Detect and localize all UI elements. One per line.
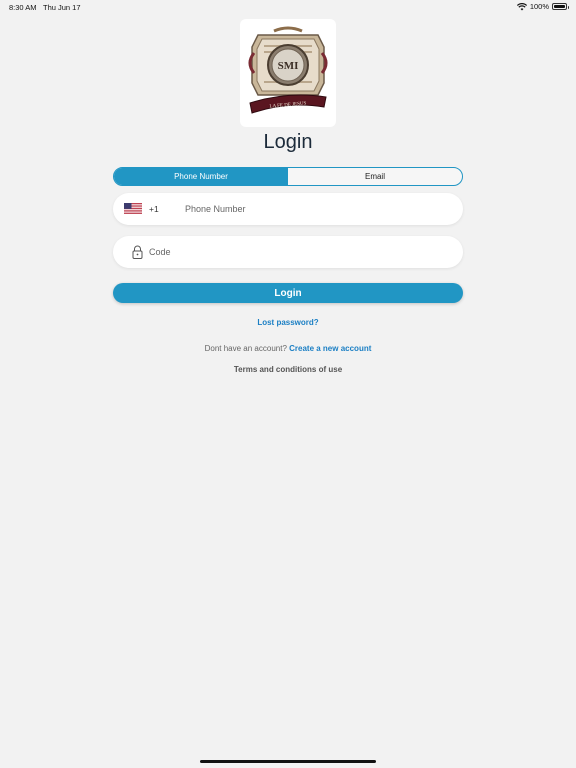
account-prompt: Dont have an account?	[204, 344, 287, 353]
lock-icon	[132, 245, 143, 259]
status-bar: 8:30 AM Thu Jun 17 100%	[0, 0, 576, 14]
code-input[interactable]	[149, 242, 439, 262]
status-time: 8:30 AM	[9, 3, 37, 12]
login-button[interactable]: Login	[113, 283, 463, 303]
terms-link[interactable]: Terms and conditions of use	[0, 365, 576, 374]
status-right: 100%	[516, 2, 569, 11]
code-field	[113, 236, 463, 268]
create-account-link[interactable]: Create a new account	[289, 344, 371, 353]
page-title: Login	[263, 131, 313, 153]
lost-password-row: Lost password?	[0, 318, 576, 327]
battery-percent: 100%	[529, 2, 549, 11]
battery-icon	[552, 3, 569, 10]
tab-phone-number[interactable]: Phone Number	[114, 168, 288, 185]
app-logo: SMI LA FE DE JESUS	[240, 19, 336, 127]
phone-field: +1	[113, 193, 463, 225]
create-account-row: Dont have an account? Create a new accou…	[0, 344, 576, 353]
country-dial-code[interactable]: +1	[149, 204, 159, 214]
status-date: Thu Jun 17	[43, 3, 81, 12]
tab-email[interactable]: Email	[288, 168, 462, 185]
us-flag-icon[interactable]	[124, 203, 142, 214]
smi-seal-logo: SMI LA FE DE JESUS	[248, 26, 328, 114]
home-indicator[interactable]	[200, 760, 376, 763]
lost-password-link[interactable]: Lost password?	[257, 318, 318, 327]
wifi-icon	[516, 2, 527, 10]
logo-monogram: SMI	[278, 60, 299, 72]
phone-number-input[interactable]	[185, 199, 445, 219]
login-method-tabs: Phone Number Email	[113, 167, 463, 186]
